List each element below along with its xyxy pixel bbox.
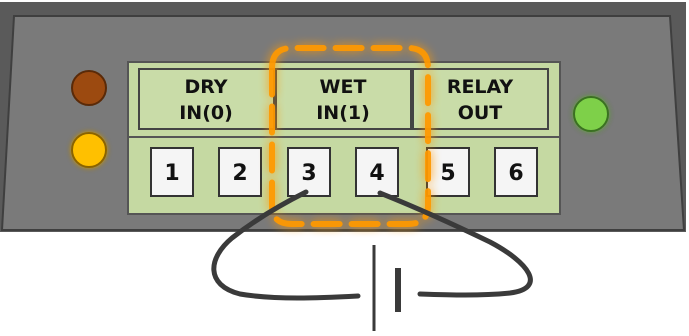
- group-relay-label-line1: RELAY: [447, 76, 514, 98]
- terminal-block: DRY IN(0) WET IN(1) RELAY OUT 1 2 3 4 5 …: [127, 61, 561, 215]
- wet-input-wiring-diagram: DRY IN(0) WET IN(1) RELAY OUT 1 2 3 4 5 …: [0, 0, 689, 331]
- dc-source-symbol: [372, 245, 401, 331]
- led-brown-indicator: [71, 70, 107, 106]
- group-wet-label-line2: IN(1): [316, 102, 370, 124]
- led-green-indicator: [573, 96, 609, 132]
- terminal-1-label: 1: [164, 161, 179, 186]
- group-dry-label-line1: DRY: [184, 76, 227, 98]
- terminal-6-label: 6: [508, 161, 523, 186]
- terminal-1: 1: [150, 147, 194, 197]
- terminal-3-label: 3: [301, 161, 316, 186]
- terminal-3: 3: [287, 147, 331, 197]
- group-dry-label-line2: IN(0): [179, 102, 233, 124]
- group-wet-label-line1: WET: [320, 76, 367, 98]
- led-amber-indicator: [71, 132, 107, 168]
- terminal-4: 4: [355, 147, 399, 197]
- terminal-2-label: 2: [232, 161, 247, 186]
- terminal-5: 5: [426, 147, 470, 197]
- terminal-5-label: 5: [440, 161, 455, 186]
- terminal-6: 6: [494, 147, 538, 197]
- group-relay-label-line2: OUT: [458, 102, 503, 124]
- terminal-4-label: 4: [369, 161, 384, 186]
- terminal-2: 2: [218, 147, 262, 197]
